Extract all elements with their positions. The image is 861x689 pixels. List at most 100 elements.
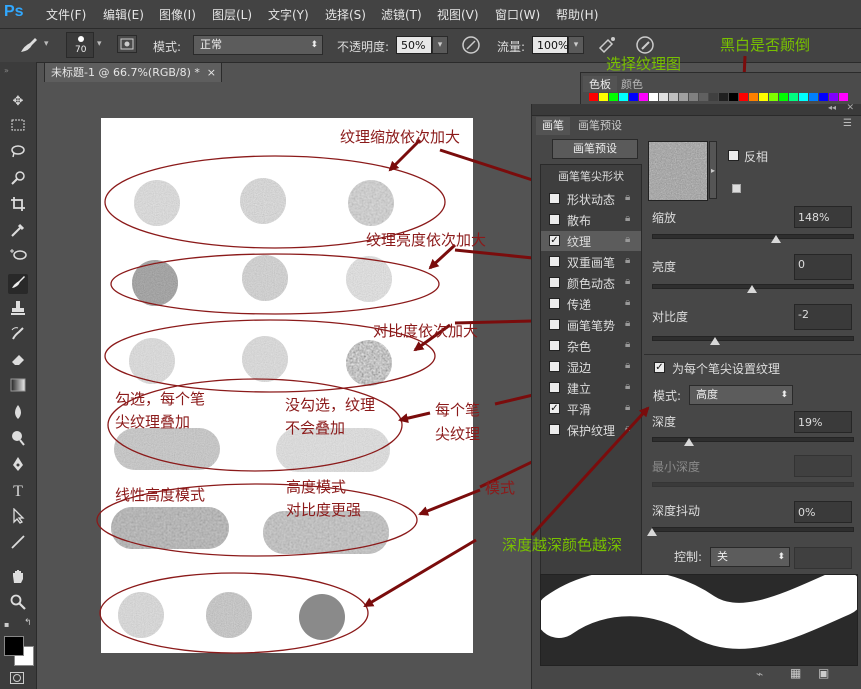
tab-brush-presets[interactable]: 画笔预设 — [572, 117, 628, 135]
clone-stamp-tool-icon[interactable] — [8, 300, 28, 320]
swatch-22[interactable] — [809, 93, 818, 101]
quick-select-tool-icon[interactable] — [8, 170, 28, 190]
option-row-1[interactable]: 形状动态 🔒︎ — [541, 189, 641, 209]
brush-tool-icon-active[interactable] — [8, 274, 28, 294]
option-row-11[interactable]: ✓ 平滑 🔒︎ — [541, 399, 641, 419]
contrast-slider-knob[interactable] — [710, 337, 720, 345]
option-row-7[interactable]: 画笔笔势 🔒︎ — [541, 315, 641, 335]
close-tab-icon[interactable]: × — [207, 63, 216, 83]
option-row-5[interactable]: 颜色动态 🔒︎ — [541, 273, 641, 293]
healing-brush-tool-icon[interactable] — [8, 248, 28, 268]
lock-icon[interactable]: 🔒︎ — [625, 213, 630, 224]
flow-input[interactable]: 100% — [532, 36, 568, 54]
swatch-7[interactable] — [659, 93, 668, 101]
option-row-6[interactable]: 传递 🔒︎ — [541, 294, 641, 314]
history-brush-tool-icon[interactable] — [8, 326, 28, 346]
pen-tool-icon[interactable] — [8, 456, 28, 476]
option-row-8[interactable]: 杂色 🔒︎ — [541, 336, 641, 356]
swatch-20[interactable] — [789, 93, 798, 101]
menu-edit[interactable]: 编辑(E) — [103, 6, 144, 23]
swatch-19[interactable] — [779, 93, 788, 101]
document-canvas[interactable] — [101, 118, 473, 653]
brush-preset-picker[interactable]: 70 — [66, 32, 94, 58]
quick-mask-icon[interactable] — [10, 672, 24, 684]
eraser-tool-icon[interactable] — [8, 352, 28, 372]
dodge-tool-icon[interactable] — [8, 430, 28, 450]
scale-slider-track[interactable] — [652, 234, 854, 239]
swap-colors-icon[interactable]: ↰ — [24, 618, 32, 628]
swatch-17[interactable] — [759, 93, 768, 101]
lock-icon[interactable]: 🔒︎ — [625, 423, 630, 434]
swatch-18[interactable] — [769, 93, 778, 101]
lock-icon[interactable]: 🔒︎ — [625, 381, 630, 392]
contrast-slider-track[interactable] — [652, 336, 854, 341]
menu-filter[interactable]: 滤镜(T) — [381, 6, 422, 23]
new-preset-icon[interactable] — [732, 184, 741, 193]
brush-preset-dropdown-icon[interactable]: ▾ — [97, 39, 102, 49]
opacity-dropdown[interactable]: ▾ — [432, 36, 448, 54]
lock-icon[interactable]: 🔒︎ — [625, 402, 630, 413]
option-checkbox-7[interactable] — [549, 319, 560, 330]
document-tab[interactable]: 未标题-1 @ 66.7%(RGB/8) * × — [44, 62, 222, 82]
swatch-4[interactable] — [629, 93, 638, 101]
option-checkbox-12[interactable] — [549, 424, 560, 435]
brush-presets-button[interactable]: 画笔预设 — [552, 139, 638, 159]
menu-image[interactable]: 图像(I) — [159, 6, 196, 23]
swatch-2[interactable] — [609, 93, 618, 101]
tab-color[interactable]: 颜色 — [621, 76, 643, 92]
invert-checkbox[interactable] — [728, 150, 739, 161]
menu-help[interactable]: 帮助(H) — [556, 6, 598, 23]
texture-mode-select[interactable]: 高度 ⬍ — [689, 385, 793, 405]
option-row-4[interactable]: 双重画笔 🔒︎ — [541, 252, 641, 272]
swatch-6[interactable] — [649, 93, 658, 101]
menu-window[interactable]: 窗口(W) — [495, 6, 540, 23]
new-brush-icon[interactable]: ▣ — [818, 666, 829, 680]
brush-panel-toggle-icon[interactable] — [117, 35, 137, 53]
swatch-11[interactable] — [699, 93, 708, 101]
scale-slider-knob[interactable] — [771, 235, 781, 243]
brush-tool-icon[interactable] — [18, 35, 40, 55]
option-checkbox-2[interactable] — [549, 214, 560, 225]
opacity-pressure-icon[interactable] — [460, 34, 482, 56]
lock-icon[interactable]: 🔒︎ — [625, 276, 630, 287]
option-checkbox-8[interactable] — [549, 340, 560, 351]
swatch-0[interactable] — [589, 93, 598, 101]
brightness-slider-knob[interactable] — [747, 285, 757, 293]
control-select[interactable]: 关 ⬍ — [710, 547, 790, 567]
tool-preset-dropdown-icon[interactable]: ▾ — [44, 39, 49, 49]
texture-picker-dropdown-icon[interactable]: ▸ — [709, 141, 717, 199]
lock-icon[interactable]: 🔒︎ — [625, 339, 630, 350]
lock-icon[interactable]: 🔒︎ — [625, 255, 630, 266]
crop-tool-icon[interactable] — [8, 196, 28, 216]
depth-jitter-slider-track[interactable] — [652, 527, 854, 532]
option-row-10[interactable]: 建立 🔒︎ — [541, 378, 641, 398]
swatch-8[interactable] — [669, 93, 678, 101]
menu-file[interactable]: 文件(F) — [46, 6, 86, 23]
hand-tool-icon[interactable] — [8, 568, 28, 588]
depth-input[interactable]: 19% — [794, 411, 852, 433]
line-tool-icon[interactable] — [8, 534, 28, 554]
menu-layer[interactable]: 图层(L) — [212, 6, 252, 23]
blur-tool-icon[interactable] — [8, 404, 28, 424]
collapse-panel-icon[interactable]: ◂◂ — [828, 103, 836, 112]
lock-icon[interactable]: 🔒︎ — [625, 192, 630, 203]
marquee-tool-icon[interactable] — [8, 118, 28, 138]
option-row-2[interactable]: 散布 🔒︎ — [541, 210, 641, 230]
option-row-12[interactable]: 保护纹理 🔒︎ — [541, 420, 641, 440]
tab-brush[interactable]: 画笔 — [536, 117, 570, 135]
texture-picker[interactable] — [648, 141, 708, 201]
swatch-9[interactable] — [679, 93, 688, 101]
menu-type[interactable]: 文字(Y) — [268, 6, 309, 23]
swatch-12[interactable] — [709, 93, 718, 101]
option-row-3[interactable]: ✓ 纹理 🔒︎ — [541, 231, 641, 251]
move-tool-icon[interactable]: ✥ — [8, 92, 28, 112]
option-checkbox-9[interactable] — [549, 361, 560, 372]
default-colors-icon[interactable]: ▪ — [4, 620, 9, 629]
swatch-25[interactable] — [839, 93, 848, 101]
scale-input[interactable]: 148% — [794, 206, 852, 228]
swatch-1[interactable] — [599, 93, 608, 101]
blend-mode-select[interactable]: 正常 ⬍ — [193, 35, 323, 55]
panel-collapse-icon[interactable]: » — [4, 66, 9, 75]
swatch-15[interactable] — [739, 93, 748, 101]
option-row-9[interactable]: 湿边 🔒︎ — [541, 357, 641, 377]
